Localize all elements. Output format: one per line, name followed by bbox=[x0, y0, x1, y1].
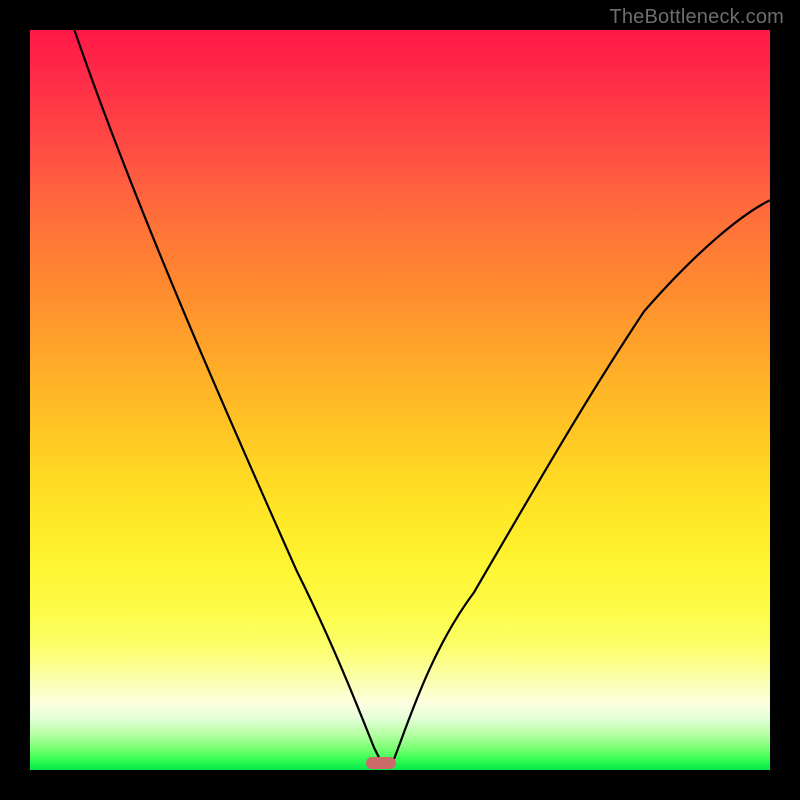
plot-area bbox=[30, 30, 770, 770]
watermark-text: TheBottleneck.com bbox=[609, 6, 784, 29]
min-marker bbox=[366, 757, 396, 769]
curve-right bbox=[393, 200, 770, 762]
curve-svg bbox=[30, 30, 770, 770]
chart-container: TheBottleneck.com bbox=[0, 0, 800, 800]
curve-left bbox=[74, 30, 381, 763]
